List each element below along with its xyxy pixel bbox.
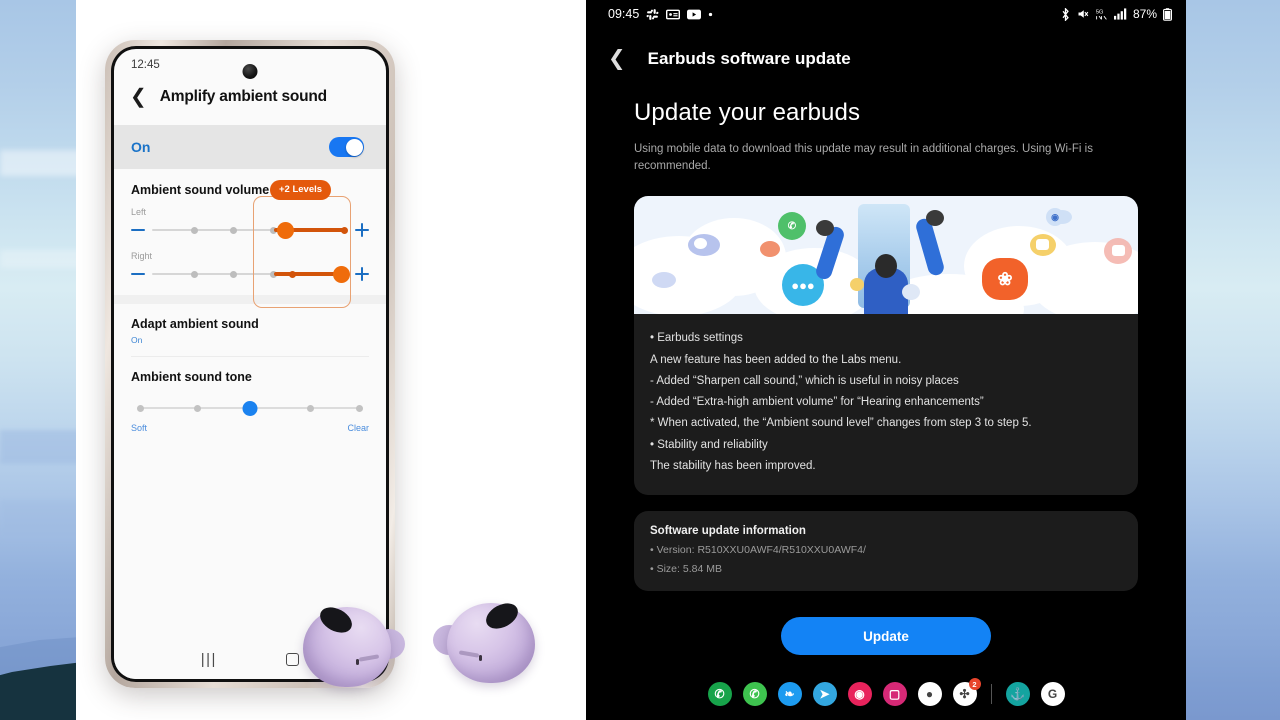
phone-header: ❮ Amplify ambient sound bbox=[114, 81, 386, 125]
app-dock: ✆ ✆ ❧ ➤ ◉ ▢ ● ✣ 2 ⚓ G bbox=[586, 674, 1186, 714]
adapt-ambient-sound-item[interactable]: Adapt ambient sound On bbox=[114, 304, 386, 356]
phone-app-icon: ✆ bbox=[778, 212, 806, 241]
page-title: Amplify ambient sound bbox=[159, 88, 327, 105]
status-bar-time: 09:45 bbox=[608, 7, 640, 21]
back-icon[interactable]: ❮ bbox=[608, 48, 626, 69]
screen-body: Update your earbuds Using mobile data to… bbox=[586, 69, 1186, 656]
software-update-information-card: Software update information • Version: R… bbox=[634, 511, 1138, 592]
tone-slider-thumb[interactable] bbox=[242, 401, 258, 416]
right-volume-thumb bbox=[333, 265, 350, 283]
wallpaper-right-edge bbox=[1186, 0, 1280, 720]
phone-icon[interactable]: ✆ bbox=[707, 682, 732, 706]
twitter-icon[interactable]: ❧ bbox=[777, 682, 802, 706]
release-note-line: A new feature has been added to the Labs… bbox=[650, 353, 902, 366]
dock-divider bbox=[990, 684, 992, 704]
levels-badge: +2 Levels bbox=[270, 180, 332, 200]
page-heading: Update your earbuds bbox=[634, 99, 861, 126]
info-size: • Size: 5.84 MB bbox=[650, 563, 722, 576]
info-version: • Version: R510XXU0AWF4/R510XXU0AWF4/ bbox=[650, 544, 866, 557]
flower-app-icon: ❀ bbox=[982, 258, 1028, 301]
release-note-line: - Added “Extra-high ambient volume” for … bbox=[650, 396, 984, 409]
status-bar: 09:45 5G 87% bbox=[586, 0, 1186, 28]
release-note-line: * When activated, the “Ambient sound lev… bbox=[650, 417, 1032, 430]
screenshot-root: 12:45 ❮ Amplify ambient sound On Ambient… bbox=[0, 0, 1280, 720]
notification-badge: 2 bbox=[968, 678, 981, 690]
front-camera-icon bbox=[242, 64, 258, 79]
telegram-icon[interactable]: ➤ bbox=[812, 682, 837, 706]
battery-percent-label: 87% bbox=[1132, 7, 1157, 21]
slack-icon[interactable]: ✣ 2 bbox=[952, 678, 981, 706]
release-notes-list: • Earbuds settings A new feature has bee… bbox=[634, 314, 1138, 495]
right-volume-slider-row[interactable] bbox=[131, 263, 369, 285]
tone-title: Ambient sound tone bbox=[131, 370, 252, 384]
section-gap bbox=[114, 295, 386, 304]
plus-icon[interactable] bbox=[355, 267, 369, 281]
section-title-volume: Ambient sound volume bbox=[131, 183, 270, 197]
left-volume-slider-row[interactable] bbox=[131, 219, 369, 241]
tone-max-label: Clear bbox=[347, 423, 369, 433]
dot-icon bbox=[708, 12, 713, 17]
slack-icon bbox=[646, 8, 659, 21]
tone-slider[interactable] bbox=[137, 400, 363, 416]
amplify-toggle-row[interactable]: On bbox=[114, 125, 386, 169]
update-illustration: ✆ ●●● ❀ ◉ bbox=[634, 196, 1138, 315]
chrome-icon[interactable]: ● bbox=[917, 682, 942, 706]
info-card-title: Software update information bbox=[650, 525, 806, 538]
google-icon[interactable]: G bbox=[1040, 682, 1065, 706]
tone-labels: Soft Clear bbox=[131, 423, 369, 433]
samsung-internet-icon[interactable]: ⚓ bbox=[1005, 682, 1030, 706]
screen-header: ❮ Earbuds software update bbox=[586, 28, 1186, 69]
camera-icon[interactable]: ◉ bbox=[847, 682, 872, 706]
phone-mockup: 12:45 ❮ Amplify ambient sound On Ambient… bbox=[105, 40, 395, 688]
minus-icon[interactable] bbox=[131, 272, 145, 276]
plus-icon[interactable] bbox=[355, 223, 369, 237]
release-note-line: • Stability and reliability bbox=[650, 438, 768, 451]
update-button[interactable]: Update bbox=[781, 617, 991, 656]
svg-text:5G: 5G bbox=[1096, 9, 1104, 15]
battery-icon bbox=[1163, 7, 1172, 21]
adapt-title: Adapt ambient sound bbox=[131, 317, 259, 331]
earbuds-update-screen: 09:45 5G 87% ❮ Earbuds software update U… bbox=[586, 0, 1186, 720]
mute-icon bbox=[1077, 8, 1089, 20]
phone-screen: 12:45 ❮ Amplify ambient sound On Ambient… bbox=[114, 49, 386, 679]
back-icon[interactable]: ❮ bbox=[130, 87, 147, 107]
release-note-line: The stability has been improved. bbox=[650, 459, 816, 472]
ambient-sound-volume-section: Ambient sound volume Left Right +2 Level… bbox=[114, 169, 386, 308]
right-earbud bbox=[433, 598, 543, 687]
right-volume-track[interactable] bbox=[152, 265, 350, 283]
release-note-line: - Added “Sharpen call sound,” which is u… bbox=[650, 374, 959, 387]
release-notes-card: ✆ ●●● ❀ ◉ • Earbuds settings A new featu… bbox=[634, 196, 1138, 496]
right-channel-label: Right bbox=[131, 251, 153, 261]
left-volume-track[interactable] bbox=[152, 221, 348, 239]
5g-icon: 5G bbox=[1095, 8, 1108, 21]
recents-icon[interactable]: ||| bbox=[201, 651, 217, 668]
signal-icon bbox=[1113, 8, 1127, 20]
adapt-value: On bbox=[131, 335, 143, 345]
page-description: Using mobile data to download this updat… bbox=[634, 143, 1093, 172]
amplify-toggle-switch[interactable] bbox=[329, 137, 364, 157]
left-earbud bbox=[295, 602, 405, 691]
play-icon bbox=[687, 9, 702, 20]
instagram-icon[interactable]: ▢ bbox=[882, 682, 907, 706]
minus-icon[interactable] bbox=[131, 228, 145, 232]
header-title: Earbuds software update bbox=[647, 48, 851, 68]
bluetooth-icon bbox=[1060, 7, 1071, 21]
tone-min-label: Soft bbox=[131, 423, 148, 433]
whatsapp-icon[interactable]: ✆ bbox=[742, 682, 767, 706]
person-illustration bbox=[806, 196, 966, 315]
left-channel-label: Left bbox=[131, 207, 147, 217]
left-volume-thumb bbox=[277, 221, 295, 239]
toggle-label: On bbox=[131, 139, 151, 155]
ambient-sound-tone-item: Ambient sound tone Soft Clear bbox=[114, 357, 386, 449]
earbuds-product-image bbox=[295, 593, 570, 698]
email-icon bbox=[666, 9, 681, 20]
phone-status-time: 12:45 bbox=[131, 59, 160, 71]
release-note-line: • Earbuds settings bbox=[650, 332, 743, 345]
